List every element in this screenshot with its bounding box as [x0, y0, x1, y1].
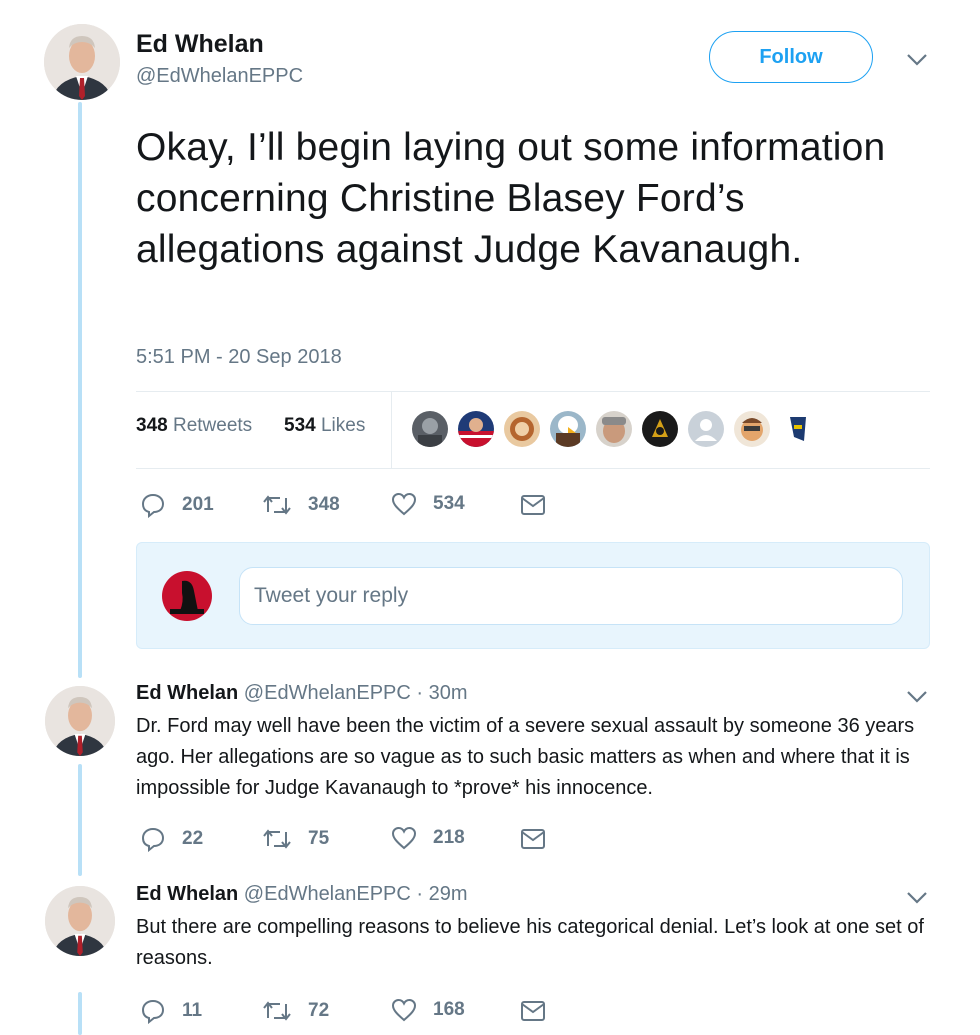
author-handle[interactable]: @EdWhelanEPPC — [136, 65, 303, 88]
retweet-icon — [263, 1001, 291, 1021]
retweets-label: Retweets — [172, 415, 253, 436]
chevron-down-icon[interactable] — [906, 891, 928, 905]
reply-count: 11 — [182, 1000, 203, 1021]
retweets-count: 348 — [136, 415, 168, 436]
message-action[interactable] — [520, 1000, 562, 1022]
author-handle[interactable]: @EdWhelanEPPC — [244, 682, 411, 704]
reply-icon — [141, 999, 165, 1024]
author-name[interactable]: Ed Whelan — [136, 30, 264, 59]
tweet-text: Dr. Ford may well have been the victim o… — [136, 715, 915, 799]
tweet-timestamp[interactable]: 5:51 PM - 20 Sep 2018 — [136, 346, 342, 369]
like-icon — [391, 826, 417, 850]
like-action[interactable]: 534 — [391, 492, 465, 516]
reply-count: 22 — [182, 828, 204, 849]
retweet-icon — [263, 495, 291, 515]
reply-icon — [141, 827, 165, 852]
like-icon — [391, 492, 417, 516]
reply-action[interactable]: 201 — [140, 492, 214, 518]
viewer-avatar[interactable] — [162, 571, 212, 621]
liker-avatar[interactable] — [550, 411, 586, 447]
like-count: 534 — [433, 493, 465, 514]
liker-avatar[interactable] — [734, 411, 770, 447]
stats-divider — [391, 392, 392, 468]
reply-composer: Tweet your reply — [136, 542, 930, 649]
reply-header: Ed Whelan @EdWhelanEPPC · 29m — [136, 883, 468, 906]
author-name[interactable]: Ed Whelan — [136, 682, 238, 704]
retweet-action[interactable]: 72 — [262, 998, 329, 1024]
message-icon — [521, 829, 545, 849]
likes-label: Likes — [320, 415, 366, 436]
like-action[interactable]: 218 — [391, 826, 465, 850]
retweet-action[interactable]: 75 — [262, 826, 329, 852]
like-count: 168 — [433, 999, 465, 1020]
like-action[interactable]: 168 — [391, 998, 465, 1022]
reply-action[interactable]: 22 — [140, 826, 203, 852]
message-action[interactable] — [520, 494, 562, 516]
liker-avatar[interactable] — [642, 411, 678, 447]
like-count: 218 — [433, 827, 465, 848]
chevron-down-icon[interactable] — [906, 690, 928, 704]
avatar[interactable] — [45, 886, 115, 956]
avatar[interactable] — [44, 24, 120, 100]
likes-stat[interactable]: 534 Likes — [284, 415, 365, 437]
liker-avatar[interactable] — [688, 411, 724, 447]
liker-avatar[interactable] — [412, 411, 448, 447]
liker-avatar[interactable] — [504, 411, 540, 447]
retweet-count: 72 — [308, 1000, 330, 1021]
reply-input[interactable]: Tweet your reply — [239, 567, 903, 625]
reply-time[interactable]: · 29m — [416, 883, 467, 905]
retweet-icon — [263, 829, 291, 849]
liker-avatar[interactable] — [596, 411, 632, 447]
reply-time[interactable]: · 30m — [416, 682, 467, 704]
tweet-text: Okay, I’ll begin laying out some informa… — [136, 126, 886, 271]
liker-avatar[interactable] — [458, 411, 494, 447]
reply-action[interactable]: 11 — [140, 998, 202, 1024]
liker-avatar[interactable] — [780, 411, 816, 447]
retweet-action[interactable]: 348 — [262, 492, 340, 518]
thread-line — [78, 992, 82, 1035]
reply-count: 201 — [182, 494, 214, 515]
avatar[interactable] — [45, 686, 115, 756]
author-name[interactable]: Ed Whelan — [136, 883, 238, 905]
like-icon — [391, 998, 417, 1022]
tweet-text: But there are compelling reasons to beli… — [136, 916, 924, 969]
likes-count: 534 — [284, 415, 316, 436]
reply-icon — [141, 493, 165, 518]
follow-button[interactable]: Follow — [709, 31, 873, 83]
retweet-count: 348 — [308, 494, 340, 515]
thread-line — [78, 764, 82, 876]
engagement-stats: 348 Retweets 534 Likes — [136, 391, 930, 469]
retweets-stat[interactable]: 348 Retweets — [136, 415, 252, 437]
thread-line — [78, 102, 82, 678]
retweet-count: 75 — [308, 828, 330, 849]
chevron-down-icon[interactable] — [906, 53, 928, 67]
message-action[interactable] — [520, 828, 562, 850]
author-handle[interactable]: @EdWhelanEPPC — [244, 883, 411, 905]
message-icon — [521, 1001, 545, 1021]
reply-header: Ed Whelan @EdWhelanEPPC · 30m — [136, 682, 468, 705]
message-icon — [521, 495, 545, 515]
